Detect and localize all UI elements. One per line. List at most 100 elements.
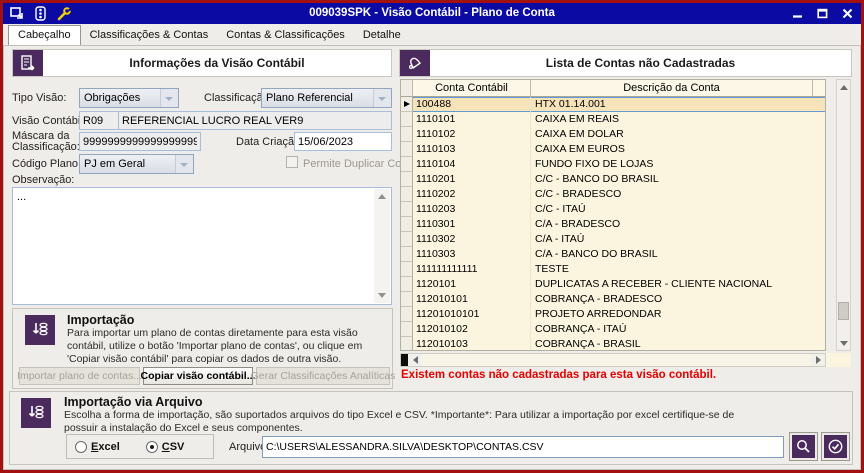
close-icon[interactable] xyxy=(841,8,853,20)
importacao-group: Importação Para importar um plano de con… xyxy=(12,308,395,389)
cell-descricao-conta: COBRANÇA - BRADESCO xyxy=(535,293,663,305)
table-row[interactable]: 112010103 COBRANÇA - BRASIL xyxy=(401,337,825,350)
table-row[interactable]: 1110103 CAIXA EM EUROS xyxy=(401,142,825,157)
table-row[interactable]: 1110101 CAIXA EM REAIS xyxy=(401,112,825,127)
table-row[interactable]: 1120101 DUPLICATAS A RECEBER - CLIENTE NA… xyxy=(401,277,825,292)
tab-contas-classifica-es[interactable]: Contas & Classificações xyxy=(217,26,354,45)
cell-conta-contabil: 1110104 xyxy=(413,157,531,172)
cell-filler xyxy=(813,232,825,247)
cell-conta-contabil: 111111111111 xyxy=(413,262,531,277)
row-indicator xyxy=(401,217,413,232)
account-grid: Conta Contábil Descrição da Conta 100488… xyxy=(400,79,826,351)
lista-panel-title: Lista de Contas não Cadastradas xyxy=(545,56,736,70)
table-row[interactable]: 111111111111 TESTE xyxy=(401,262,825,277)
cell-descricao-conta: C/C - BRADESCO xyxy=(535,188,622,200)
cell-conta-contabil: 100488 xyxy=(413,97,531,112)
content-area: Informações da Visão Contábil Tipo Visão… xyxy=(3,45,861,470)
observacao-textarea[interactable]: ... xyxy=(12,187,392,305)
importacao-arquivo-group: Importação via Arquivo Escolha a forma d… xyxy=(9,391,853,465)
confirm-button[interactable] xyxy=(821,432,850,461)
visao-name-field[interactable] xyxy=(118,111,392,130)
table-row[interactable]: 1110203 C/C - ITAÚ xyxy=(401,202,825,217)
codigo-plano-dropdown[interactable]: PJ em Geral xyxy=(79,154,194,174)
observacao-label: Observação: xyxy=(12,174,75,186)
cell-descricao-conta: COBRANÇA - BRASIL xyxy=(535,338,641,350)
column-header-conta[interactable]: Conta Contábil xyxy=(413,80,531,96)
cell-filler xyxy=(813,247,825,262)
accounting-view-icon xyxy=(13,50,43,76)
row-indicator xyxy=(401,187,413,202)
search-button[interactable] xyxy=(789,432,818,461)
scroll-down-icon[interactable] xyxy=(837,336,850,350)
scroll-up-icon[interactable] xyxy=(837,80,850,94)
cell-filler xyxy=(813,322,825,337)
table-row[interactable]: 112010102 COBRANÇA - ITAÚ xyxy=(401,322,825,337)
table-row[interactable]: 100488 HTX 01.14.001 xyxy=(401,97,825,112)
window-title: 009039SPK - Visão Contábil - Plano de Co… xyxy=(309,7,555,19)
row-indicator xyxy=(401,157,413,172)
radio-excel[interactable]: Excel xyxy=(75,440,120,453)
tipo-visao-dropdown[interactable]: Obrigações xyxy=(79,88,179,108)
table-row[interactable]: 112010101 COBRANÇA - BRADESCO xyxy=(401,292,825,307)
column-header-descricao[interactable]: Descrição da Conta xyxy=(531,80,813,96)
scroll-down-icon[interactable] xyxy=(378,293,386,298)
table-row[interactable]: 1110104 FUNDO FIXO DE LOJAS xyxy=(401,157,825,172)
radio-csv[interactable]: CSV xyxy=(145,440,184,453)
tab-cabe-alho[interactable]: Cabeçalho xyxy=(8,25,81,46)
cell-filler xyxy=(813,307,825,322)
scrollbar-gripper[interactable] xyxy=(401,354,408,366)
cell-descricao-conta: DUPLICATAS A RECEBER - CLIENTE NACIONAL xyxy=(535,278,773,290)
row-indicator xyxy=(401,172,413,187)
cell-conta-contabil: 1110201 xyxy=(413,172,531,187)
mascara-field[interactable] xyxy=(79,132,201,151)
cell-filler xyxy=(813,112,825,127)
cell-filler xyxy=(813,97,825,112)
row-indicator xyxy=(401,127,413,142)
table-row[interactable]: 1110202 C/C - BRADESCO xyxy=(401,187,825,202)
scroll-up-icon[interactable] xyxy=(378,194,386,199)
table-row[interactable]: 1110102 CAIXA EM DOLAR xyxy=(401,127,825,142)
visao-code-field[interactable] xyxy=(79,111,119,130)
maximize-button[interactable] xyxy=(816,8,828,20)
cell-descricao-conta: HTX 01.14.001 xyxy=(531,97,813,112)
table-row[interactable]: 1110301 C/A - BRADESCO xyxy=(401,217,825,232)
table-row[interactable]: 11201010101 PROJETO ARREDONDAR xyxy=(401,307,825,322)
tab-detalhe[interactable]: Detalhe xyxy=(354,26,410,45)
scroll-left-icon[interactable] xyxy=(408,354,422,366)
scrollbar-track[interactable] xyxy=(422,354,811,366)
cell-conta-contabil: 112010102 xyxy=(413,322,531,337)
cell-filler xyxy=(813,337,825,350)
cell-descricao-conta: CAIXA EM REAIS xyxy=(535,113,620,125)
grid-horizontal-scrollbar[interactable] xyxy=(400,353,826,367)
tab-classifica-es-contas[interactable]: Classificações & Contas xyxy=(81,26,218,45)
table-row[interactable]: 1110302 C/A - ITAÚ xyxy=(401,232,825,247)
classificacao-dropdown[interactable]: Plano Referencial xyxy=(261,88,392,108)
grid-header: Conta Contábil Descrição da Conta xyxy=(401,80,825,97)
info-panel-title: Informações da Visão Contábil xyxy=(129,56,305,70)
account-grid-body: 100488 HTX 01.14.001 1110101 CAIXA EM REAIS… xyxy=(401,97,825,350)
cell-filler xyxy=(813,157,825,172)
cell-descricao-conta: FUNDO FIXO DE LOJAS xyxy=(535,158,654,170)
cell-conta-contabil: 1110301 xyxy=(413,217,531,232)
arquivo-field[interactable] xyxy=(262,436,784,458)
app-window: 009039SPK - Visão Contábil - Plano de Co… xyxy=(0,0,864,473)
data-criacao-field[interactable] xyxy=(294,132,392,151)
minimize-button[interactable] xyxy=(791,8,803,20)
cell-descricao-conta: C/A - BRADESCO xyxy=(535,218,621,230)
row-indicator xyxy=(401,322,413,337)
scroll-right-icon[interactable] xyxy=(811,354,825,366)
observacao-text: ... xyxy=(17,191,27,203)
radio-group: Excel CSV xyxy=(66,434,214,459)
table-row[interactable]: 1110201 C/C - BANCO DO BRASIL xyxy=(401,172,825,187)
mascara-label: Máscara da Classificação: xyxy=(12,130,80,153)
grid-vertical-scrollbar[interactable] xyxy=(836,79,851,351)
table-row[interactable]: 1110303 C/A - BANCO DO BRASIL xyxy=(401,247,825,262)
radio-label: Excel xyxy=(91,440,120,453)
row-indicator xyxy=(401,307,413,322)
scrollbar-thumb[interactable] xyxy=(838,302,849,320)
row-indicator xyxy=(401,202,413,217)
button-copiar-vis-o-cont-bil[interactable]: Copiar visão contábil... xyxy=(141,367,255,385)
cell-descricao-conta: TESTE xyxy=(535,263,569,275)
observacao-scrollbar[interactable] xyxy=(374,189,390,303)
cell-conta-contabil: 11201010101 xyxy=(413,307,531,322)
